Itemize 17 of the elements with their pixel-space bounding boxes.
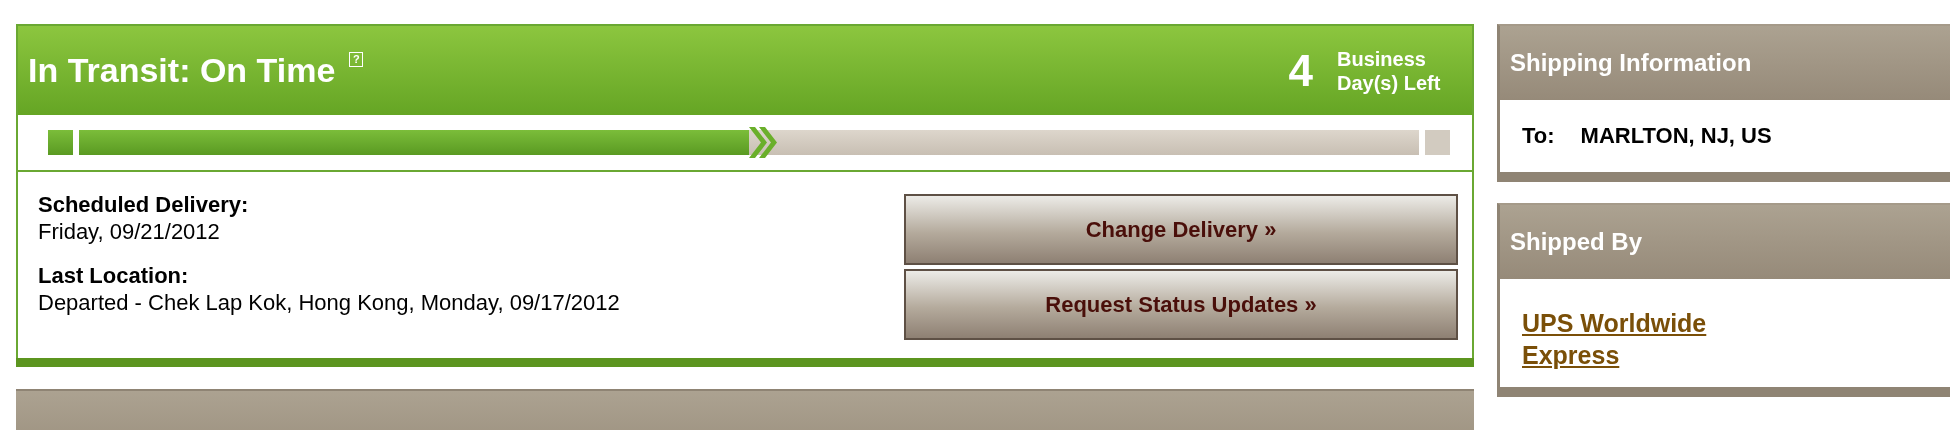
days-left-count: 4 [1288, 45, 1313, 96]
panel-title: Shipped By [1510, 228, 1642, 256]
detail-label: Last Location: [38, 263, 190, 289]
detail-label: Scheduled Delivery: [38, 192, 250, 218]
address-label: To: [1522, 123, 1555, 149]
chevron-icon [747, 127, 777, 158]
detail-value: Departed - Chek Lap Kok, Hong Kong, Monday, 09/17/2012 [38, 290, 620, 316]
action-button[interactable]: Change Delivery » [904, 194, 1458, 265]
panel-title: Shipping Information [1510, 49, 1752, 77]
progress-end-marker [1425, 130, 1450, 155]
action-button[interactable]: Request Status Updates » [904, 269, 1458, 340]
detail-value: Friday, 09/21/2012 [38, 219, 221, 245]
carrier-link[interactable]: UPS Worldwide Express [1522, 307, 1722, 371]
status-title: In Transit: On Time [28, 51, 336, 90]
days-left-label: Business Day(s) Left [1337, 46, 1442, 95]
progress-start-marker [48, 130, 73, 155]
address-value: MARLTON, NJ, US [1580, 123, 1772, 149]
